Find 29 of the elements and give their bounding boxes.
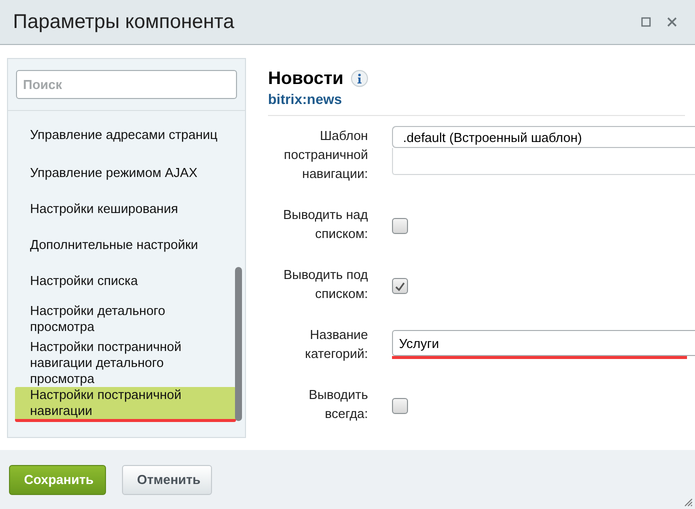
field-label: Выводить под списком:	[282, 266, 368, 303]
checkbox[interactable]	[392, 398, 408, 414]
window-title: Параметры компонента	[13, 10, 236, 34]
field-label: Шаблон постраничной навигации:	[282, 127, 368, 183]
field-label: Название категорий:	[304, 326, 368, 363]
component-title: Новости	[268, 68, 344, 89]
resize-grip-icon[interactable]	[683, 497, 693, 507]
input-field[interactable]: Услуги	[392, 330, 695, 356]
sidebar-item[interactable]: Управление адресами страниц	[15, 115, 236, 155]
checkbox[interactable]	[392, 218, 408, 234]
sidebar-item[interactable]: Настройки списка	[15, 263, 236, 299]
maximize-icon[interactable]	[641, 17, 651, 27]
check-icon	[395, 282, 405, 290]
select-field[interactable]: .default (Встроенный шаблон)	[392, 126, 695, 148]
cancel-button[interactable]: Отменить	[122, 464, 212, 494]
scrollbar-thumb[interactable]	[235, 267, 242, 421]
field-label: Выводить всегда:	[308, 386, 368, 423]
field-label: Выводить над списком:	[282, 206, 368, 243]
sidebar-item[interactable]: Управление режимом AJAX	[15, 155, 236, 191]
component-code: bitrix:news	[268, 91, 343, 107]
info-icon[interactable]	[351, 70, 368, 87]
sidebar-item[interactable]: Настройки кеширования	[15, 191, 236, 227]
search-field[interactable]: Поиск	[16, 70, 237, 99]
sidebar-item[interactable]: Настройки детального просмотра	[15, 299, 236, 339]
sidebar-item[interactable]: Настройки постраничной навигации детального просмотра	[15, 339, 236, 387]
sidebar-item[interactable]: Настройки постраничной навигации	[15, 387, 236, 422]
checkbox[interactable]	[392, 278, 408, 294]
sidebar-item[interactable]: Дополнительные настройки	[15, 227, 236, 263]
close-icon[interactable]	[667, 17, 677, 27]
